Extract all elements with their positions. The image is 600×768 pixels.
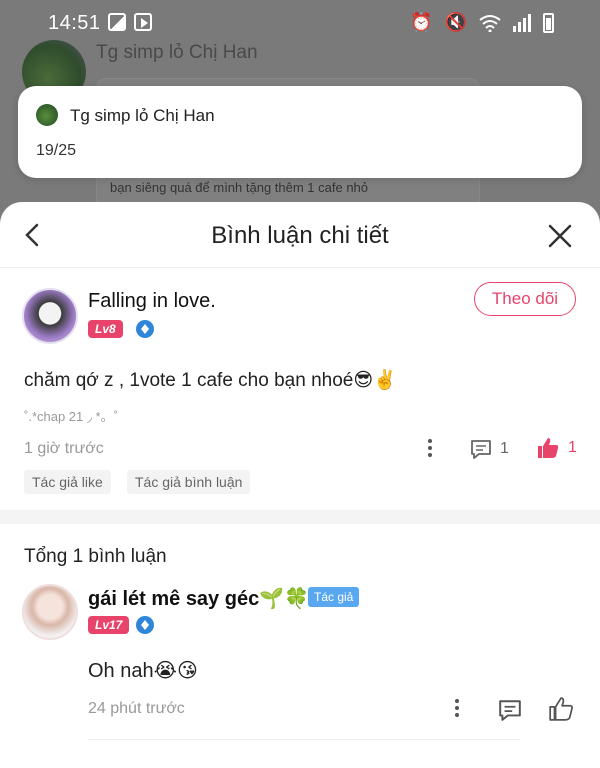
main-comment: Falling in love. Lv8 Theo dõi chăm qớ z … — [0, 268, 600, 508]
avatar[interactable] — [22, 288, 78, 344]
status-time: 14:51 — [48, 12, 101, 34]
notification-avatar — [36, 104, 58, 126]
youtube-icon — [134, 13, 152, 31]
gallery-icon — [108, 13, 126, 31]
status-bar: 14:51 ⏰ 🔇 — [0, 0, 600, 46]
author-badge: Tác giả — [308, 587, 360, 607]
notification-title: Tg simp lỏ Chị Han — [70, 106, 215, 125]
level-badge: Lv8 — [88, 320, 123, 338]
wifi-icon — [479, 14, 501, 32]
like-count: 1 — [568, 439, 577, 456]
close-icon[interactable] — [546, 222, 574, 250]
chapter-tag: ˚.*chap 21 ◞ *。˚ — [24, 409, 118, 424]
alarm-icon: ⏰ — [410, 12, 433, 32]
reply-count: 1 — [500, 440, 509, 457]
like-button[interactable]: 1 — [536, 436, 577, 460]
reply-text: Oh nah😭😘 — [88, 660, 198, 682]
reply-count-button[interactable]: 1 — [470, 438, 509, 460]
background-title: Tg simp lỏ Chị Han — [96, 42, 258, 63]
signal-icon — [513, 13, 531, 32]
reply-thumbs-up-icon[interactable] — [548, 696, 574, 722]
shield-icon — [136, 320, 154, 338]
reply-comment-icon[interactable] — [498, 698, 522, 722]
comment-icon — [471, 440, 491, 459]
more-vertical-icon[interactable] — [423, 436, 437, 460]
reply-more-vertical-icon[interactable] — [450, 696, 464, 720]
comment-detail-sheet: Bình luận chi tiết Falling in love. Lv8 … — [0, 202, 600, 768]
reply-user-name[interactable]: gái lét mê say géc🌱🍀 — [88, 586, 309, 611]
user-name[interactable]: Falling in love. — [88, 290, 216, 313]
reply-time: 24 phút trước — [88, 700, 185, 717]
reply-shield-icon — [136, 616, 154, 634]
comment-time: 1 giờ trước — [24, 440, 104, 457]
battery-icon — [543, 12, 554, 33]
sheet-title: Bình luận chi tiết — [211, 222, 389, 249]
chip-author-comment: Tác giả bình luận — [127, 470, 251, 494]
chip-author-like: Tác giả like — [24, 470, 111, 494]
status-right-icons: ⏰ 🔇 — [410, 12, 554, 33]
mute-icon: 🔇 — [444, 12, 467, 32]
reply-divider — [88, 739, 520, 740]
reply-level-badge: Lv17 — [88, 616, 130, 634]
notification-text: 19/25 — [36, 142, 77, 159]
section-divider — [0, 510, 600, 524]
reply-avatar[interactable] — [22, 584, 78, 640]
thumbs-up-icon — [538, 438, 559, 458]
background-comment: bạn siêng quá để mình tặng thêm 1 cafe n… — [110, 180, 369, 195]
notification-popup[interactable]: Tg simp lỏ Chị Han 19/25 — [18, 86, 582, 178]
total-comments: Tổng 1 bình luận — [24, 546, 167, 567]
status-left-icons — [108, 13, 152, 31]
follow-button[interactable]: Theo dõi — [474, 282, 576, 316]
comment-text: chăm qớ z , 1vote 1 cafe cho bạn nhoé😎✌️ — [24, 370, 397, 391]
sheet-header: Bình luận chi tiết — [0, 202, 600, 268]
